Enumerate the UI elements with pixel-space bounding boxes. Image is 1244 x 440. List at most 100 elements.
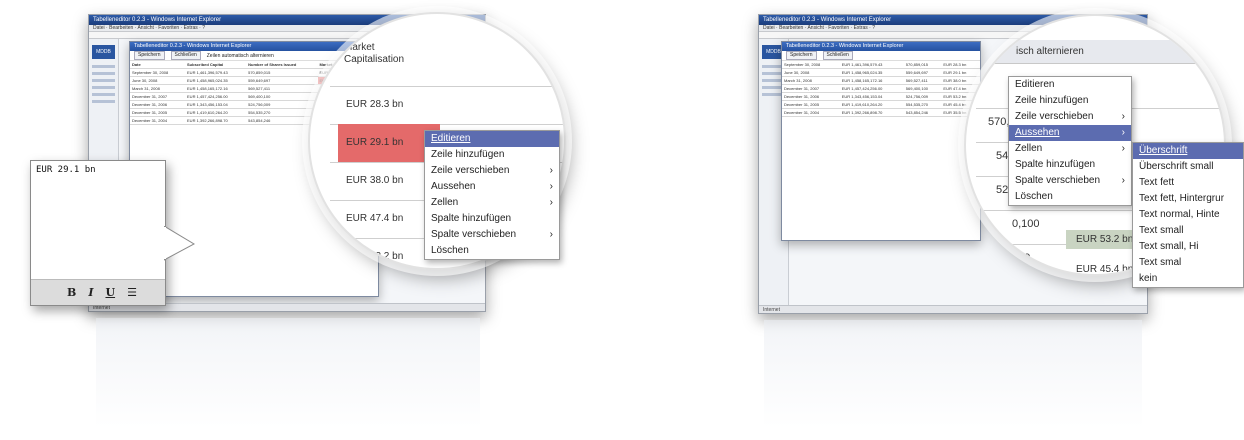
table-row[interactable]: March 31, 2008 EUR 1,458,165,172.16 569,52… — [782, 76, 980, 85]
menu-item-editieren[interactable]: Editieren — [1009, 77, 1131, 93]
table-cell[interactable]: September 30, 2008 — [130, 68, 186, 77]
market-cap-cell[interactable]: EUR 47.4 bn — [346, 213, 403, 224]
table-row[interactable]: June 30, 2008 EUR 1,458,965,024.35 559,649… — [782, 68, 980, 77]
table-cell[interactable]: 569,527,411 — [246, 84, 318, 93]
table-cell[interactable]: December 31, 2005 — [782, 100, 840, 109]
underline-button[interactable]: U — [105, 286, 115, 299]
menu-item-spalte-hinzufügen[interactable]: Spalte hinzufügen — [1009, 157, 1131, 173]
table-cell[interactable]: 543,854,246 — [246, 116, 318, 125]
table-cell[interactable]: December 31, 2006 — [782, 92, 840, 101]
table-cell[interactable]: March 31, 2008 — [782, 76, 840, 85]
menu-item-text-smal[interactable]: Text smal — [1133, 255, 1243, 271]
shares-cell[interactable]: 009 — [1012, 252, 1030, 264]
menu-item-spalte-hinzufügen[interactable]: Spalte hinzufügen — [425, 211, 559, 227]
table-cell[interactable]: 554,535,270 — [246, 108, 318, 117]
table-cell[interactable]: June 30, 2008 — [782, 68, 840, 77]
menu-item-text-fett[interactable]: Text fett — [1133, 175, 1243, 191]
align-left-icon[interactable]: ☰ — [127, 286, 137, 299]
table-cell[interactable]: December 31, 2007 — [782, 84, 840, 93]
table-cell[interactable]: 569,527,411 — [903, 76, 942, 85]
table-cell[interactable]: EUR 1,458,965,024.35 — [839, 68, 904, 77]
menu-item-zeile-hinzufügen[interactable]: Zeile hinzufügen — [425, 147, 559, 163]
table-row[interactable]: December 31, 2007 EUR 1,457,424,256.00 569… — [782, 84, 980, 93]
table-cell[interactable]: 570,859,015 — [246, 68, 318, 77]
menu-item-text-small-hi[interactable]: Text small, Hi — [1133, 239, 1243, 255]
save-button[interactable]: Speichern — [134, 51, 165, 60]
table-cell[interactable]: EUR 1,457,424,256.00 — [839, 84, 904, 93]
menu-item-text-normal-hinte[interactable]: Text normal, Hinte — [1133, 207, 1243, 223]
editor-text[interactable]: EUR 29.1 bn — [31, 161, 165, 179]
close-button[interactable]: Schließen — [170, 51, 201, 60]
menu-item-überschrift[interactable]: Überschrift — [1133, 143, 1243, 159]
menu-item-label: Zeile verschieben — [1015, 111, 1094, 122]
menu-item-zeile-verschieben[interactable]: Zeile verschieben › — [425, 163, 559, 179]
bold-button[interactable]: B — [67, 286, 76, 299]
market-cap-cell[interactable]: EUR 53.2 bn — [346, 251, 403, 262]
menu-item-zeile-hinzufügen[interactable]: Zeile hinzufügen — [1009, 93, 1131, 109]
menu-item-spalte-verschieben[interactable]: Spalte verschieben › — [1009, 173, 1131, 189]
save-button[interactable]: Speichern — [786, 51, 817, 60]
table-cell[interactable]: December 31, 2005 — [130, 108, 186, 117]
italic-button[interactable]: I — [88, 286, 93, 299]
menu-item-zellen[interactable]: Zellen › — [1009, 141, 1131, 157]
table-cell[interactable]: 570,859,015 — [903, 61, 942, 69]
table-cell[interactable]: December 31, 2004 — [130, 116, 186, 125]
table-row[interactable]: September 30, 2008 EUR 1,461,396,579.43 57… — [782, 61, 980, 69]
chevron-right-icon: › — [549, 197, 553, 208]
table-cell[interactable]: December 31, 2004 — [782, 108, 840, 117]
menu-item-zellen[interactable]: Zellen › — [425, 195, 559, 211]
menu-item-label: Text smal — [1139, 257, 1182, 268]
market-cap-cell[interactable]: EUR 28.3 bn — [346, 99, 403, 110]
menu-item-text-fett-hintergrur[interactable]: Text fett, Hintergrur — [1133, 191, 1243, 207]
table-cell[interactable]: EUR 1,458,965,024.35 — [185, 76, 247, 85]
table-cell[interactable]: 524,756,009 — [903, 92, 942, 101]
shares-cell[interactable]: 0,100 — [1012, 218, 1040, 230]
table-cell[interactable]: 559,649,697 — [246, 76, 318, 85]
table-cell[interactable]: EUR 1,392,266,898.70 — [839, 108, 904, 117]
menu-item-überschrift-small[interactable]: Überschrift small — [1133, 159, 1243, 175]
menu-item-löschen[interactable]: Löschen — [1009, 189, 1131, 205]
market-cap-cell[interactable]: EUR 29.1 bn — [346, 137, 403, 148]
menu-item-zeile-verschieben[interactable]: Zeile verschieben › — [1009, 109, 1131, 125]
table-cell[interactable]: 569,400,100 — [903, 84, 942, 93]
table-cell[interactable]: EUR 1,343,456,153.04 — [185, 100, 247, 109]
table-cell[interactable]: December 31, 2007 — [130, 92, 186, 101]
table-cell[interactable]: September 30, 2008 — [782, 61, 840, 69]
close-button[interactable]: Schließen — [822, 51, 853, 60]
table-cell[interactable]: EUR 1,457,424,256.00 — [185, 92, 247, 101]
table-cell[interactable]: EUR 1,461,396,579.43 — [185, 68, 247, 77]
table-row[interactable]: December 31, 2006 EUR 1,343,456,153.04 524… — [782, 92, 980, 101]
table-cell[interactable]: 524,756,009 — [246, 100, 318, 109]
table-cell[interactable]: June 30, 2008 — [130, 76, 186, 85]
menu-item-aussehen[interactable]: Aussehen › — [425, 179, 559, 195]
table-cell[interactable]: March 31, 2008 — [130, 84, 186, 93]
table-cell[interactable]: EUR 29.1 bn — [941, 68, 980, 77]
market-cap-cell[interactable]: EUR 38.0 bn — [346, 175, 403, 186]
menu-item-kein[interactable]: kein — [1133, 271, 1243, 287]
table-cell[interactable]: EUR 1,461,396,579.43 — [839, 61, 904, 69]
market-cap-cell[interactable]: EUR 45.4 bn — [1076, 264, 1133, 274]
table-cell[interactable]: 559,649,697 — [903, 68, 942, 77]
table-cell[interactable]: EUR 1,419,610,264.20 — [839, 100, 904, 109]
table-cell[interactable]: EUR 1,458,165,172.16 — [185, 84, 247, 93]
table-cell[interactable]: EUR 1,458,165,172.16 — [839, 76, 904, 85]
table-cell[interactable]: EUR 1,392,266,898.70 — [185, 116, 247, 125]
table-cell[interactable]: EUR 38.0 bn — [941, 76, 980, 85]
table-cell[interactable]: December 31, 2006 — [130, 100, 186, 109]
table-row[interactable]: December 31, 2005 EUR 1,419,610,264.20 554… — [782, 100, 980, 109]
menu-item-label: Editieren — [431, 133, 471, 144]
table-cell[interactable]: EUR 1,343,456,153.04 — [839, 92, 904, 101]
table-cell[interactable]: EUR 1,419,610,264.20 — [185, 108, 247, 117]
menu-item-label: Löschen — [431, 245, 469, 256]
table-cell[interactable]: EUR 28.3 bn — [941, 61, 980, 69]
menu-item-editieren[interactable]: Editieren — [425, 131, 559, 147]
menu-item-aussehen[interactable]: Aussehen › — [1009, 125, 1131, 141]
table-row[interactable]: December 31, 2004 EUR 1,392,266,898.70 543… — [782, 108, 980, 117]
table-cell[interactable]: 543,854,246 — [903, 108, 942, 117]
table-cell[interactable]: 554,535,270 — [903, 100, 942, 109]
table-cell[interactable]: 569,400,100 — [246, 92, 318, 101]
menu-item-spalte-verschieben[interactable]: Spalte verschieben › — [425, 227, 559, 243]
menu-item-text-small[interactable]: Text small — [1133, 223, 1243, 239]
menu-item-löschen[interactable]: Löschen — [425, 243, 559, 259]
auto-alternate-checkbox[interactable]: Zeilen automatisch alternieren — [207, 51, 274, 61]
